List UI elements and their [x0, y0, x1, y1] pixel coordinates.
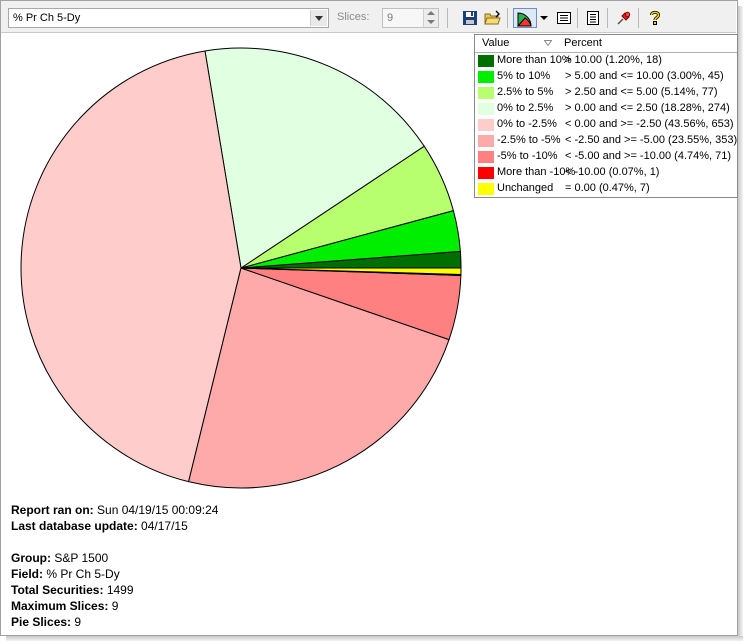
total-securities-label: Total Securities:	[11, 583, 104, 597]
help-icon	[650, 10, 661, 25]
legend: Value Percent More than 10% > 10.00 (1.20…	[474, 34, 738, 198]
report-button[interactable]	[583, 8, 603, 28]
slices-label: Slices:	[337, 11, 370, 23]
legend-label: 0% to 2.5%	[497, 102, 554, 114]
field-value: % Pr Ch 5-Dy	[46, 567, 120, 581]
field-select[interactable]: % Pr Ch 5-Dy	[8, 8, 329, 28]
legend-row[interactable]: 2.5% to 5% > 2.50 and <= 5.00 (5.14%, 77)	[475, 85, 737, 101]
list-view-button[interactable]	[554, 8, 574, 28]
legend-range: < -5.00 and >= -10.00 (4.74%, 71)	[565, 150, 732, 162]
db-update-value: 04/17/15	[141, 519, 188, 533]
list-icon	[557, 12, 571, 24]
legend-range: > 2.50 and <= 5.00 (5.14%, 77)	[565, 86, 718, 98]
legend-row[interactable]: More than 10% > 10.00 (1.20%, 18)	[475, 53, 737, 69]
slices-stepper[interactable]: 9	[382, 8, 439, 28]
legend-row[interactable]: 5% to 10% > 5.00 and <= 10.00 (3.00%, 45)	[475, 69, 737, 85]
legend-swatch	[478, 71, 494, 83]
legend-col-percent[interactable]: Percent	[564, 37, 602, 49]
toolbar-separator	[577, 8, 578, 28]
legend-row[interactable]: -2.5% to -5% < -2.50 and >= -5.00 (23.55%…	[475, 133, 737, 149]
legend-label: 0% to -2.5%	[497, 118, 557, 130]
legend-row[interactable]: -5% to -10% < -5.00 and >= -10.00 (4.74%,…	[475, 149, 737, 165]
legend-label: 5% to 10%	[497, 70, 551, 82]
legend-swatch	[478, 87, 494, 99]
legend-range: < -10.00 (0.07%, 1)	[565, 166, 660, 178]
legend-row[interactable]: Unchanged = 0.00 (0.47%, 7)	[475, 181, 737, 197]
legend-label: -5% to -10%	[497, 150, 558, 162]
legend-swatch	[478, 151, 494, 163]
help-button[interactable]	[645, 8, 665, 28]
legend-swatch	[478, 135, 494, 147]
open-folder-icon	[484, 10, 501, 25]
max-slices-line: Maximum Slices: 9	[11, 599, 118, 613]
stepper-up-icon[interactable]	[423, 9, 438, 18]
chevron-down-icon[interactable]	[310, 10, 327, 26]
total-securities-value: 1499	[106, 583, 134, 597]
report-ran-line: Report ran on: Sun 04/19/15 00:09:24	[11, 503, 218, 517]
total-securities-line: Total Securities: 1499	[11, 583, 134, 597]
legend-label: More than -10%	[497, 166, 576, 178]
toolbar-separator	[638, 8, 639, 28]
toolbar-separator	[507, 8, 508, 28]
open-button[interactable]	[482, 8, 502, 28]
field-line: Field: % Pr Ch 5-Dy	[11, 567, 120, 581]
legend-label: 2.5% to 5%	[497, 86, 554, 98]
legend-range: > 0.00 and <= 2.50 (18.28%, 274)	[565, 102, 730, 114]
legend-range: = 0.00 (0.47%, 7)	[565, 182, 650, 194]
toolbar: % Pr Ch 5-Dy Slices: 9	[1, 1, 736, 33]
legend-col-value[interactable]: Value	[482, 37, 509, 49]
legend-swatch	[478, 167, 494, 179]
legend-swatch	[478, 55, 494, 67]
legend-label: Unchanged	[497, 182, 554, 194]
report-icon	[587, 11, 599, 25]
db-update-line: Last database update: 04/17/15	[11, 519, 188, 533]
pie-slices-value: 9	[74, 615, 82, 629]
chart-type-dropdown[interactable]	[538, 8, 550, 28]
legend-label: -2.5% to -5%	[497, 134, 561, 146]
window-shadow-right	[738, 6, 743, 638]
pie-slices-label: Pie Slices:	[11, 615, 72, 629]
report-ran-value: Sun 04/19/15 00:09:24	[97, 503, 219, 517]
stepper-down-icon[interactable]	[423, 18, 438, 27]
legend-row[interactable]: 0% to 2.5% > 0.00 and <= 2.50 (18.28%, 27…	[475, 101, 737, 117]
max-slices-value: 9	[111, 599, 119, 613]
pin-button[interactable]	[614, 8, 634, 28]
pie-chart-button[interactable]	[513, 8, 537, 28]
field-select-value: % Pr Ch 5-Dy	[13, 12, 81, 24]
max-slices-label: Maximum Slices:	[11, 599, 109, 613]
legend-row[interactable]: 0% to -2.5% < 0.00 and >= -2.50 (43.56%, …	[475, 117, 737, 133]
legend-row[interactable]: More than -10% < -10.00 (0.07%, 1)	[475, 165, 737, 181]
slices-value: 9	[387, 12, 394, 24]
legend-swatch	[478, 119, 494, 131]
legend-swatch	[478, 103, 494, 115]
legend-header: Value Percent	[475, 35, 737, 53]
group-value: S&P 1500	[54, 551, 109, 565]
save-button[interactable]	[460, 8, 480, 28]
legend-range: < 0.00 and >= -2.50 (43.56%, 653)	[565, 118, 734, 130]
pin-icon	[617, 11, 631, 25]
legend-range: > 10.00 (1.20%, 18)	[565, 54, 662, 66]
legend-range: > 5.00 and <= 10.00 (3.00%, 45)	[565, 70, 724, 82]
toolbar-separator	[607, 8, 608, 28]
pie-chart-icon	[516, 12, 532, 27]
window-shadow-bottom	[6, 636, 743, 641]
legend-label: More than 10%	[497, 54, 572, 66]
toolbar-separator	[447, 8, 448, 28]
field-label: Field:	[11, 567, 43, 581]
report-ran-label: Report ran on:	[11, 503, 94, 517]
db-update-label: Last database update:	[11, 519, 138, 533]
pie-chart	[20, 47, 462, 489]
group-line: Group: S&P 1500	[11, 551, 108, 565]
pie-slices-line: Pie Slices: 9	[11, 615, 81, 629]
sort-icon[interactable]	[544, 40, 552, 46]
legend-range: < -2.50 and >= -5.00 (23.55%, 353)	[565, 134, 738, 146]
group-label: Group:	[11, 551, 51, 565]
save-icon	[463, 11, 477, 25]
legend-swatch	[478, 183, 494, 195]
